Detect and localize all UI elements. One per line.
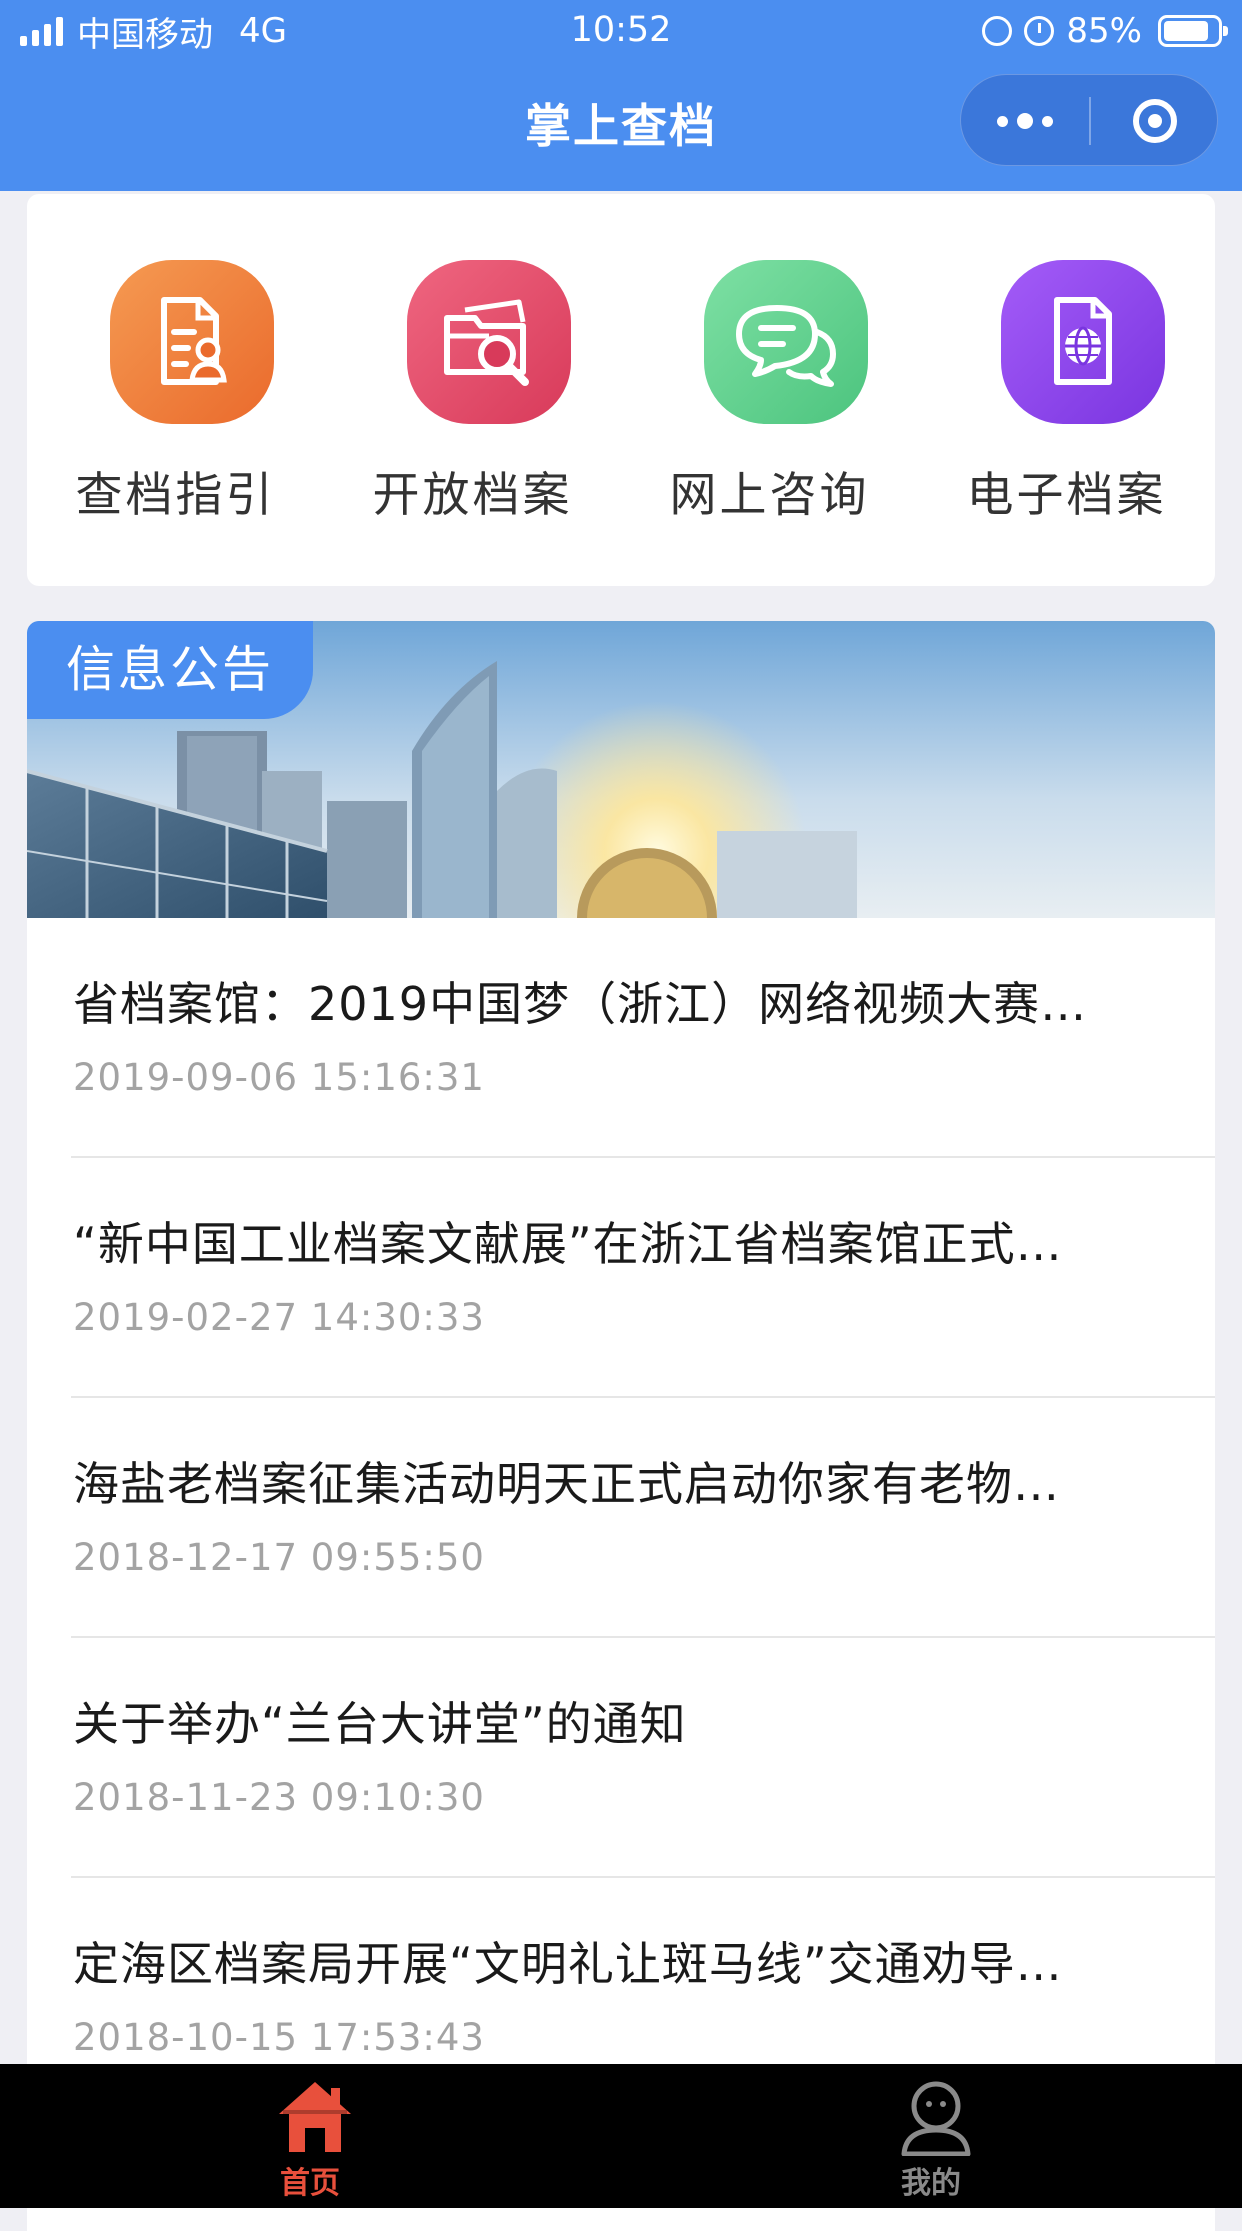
tab-mine[interactable]: 我的 (781, 2064, 1081, 2208)
news-date: 2019-02-27 14:30:33 (73, 1296, 485, 1339)
news-date: 2019-09-06 15:16:31 (73, 1056, 485, 1099)
menu-label: 查档指引 (75, 468, 276, 523)
menu-item-online-consult[interactable]: 网上咨询 (621, 194, 918, 586)
status-bar: 中国移动 4G 10:52 85% (0, 0, 1242, 62)
news-item[interactable]: 海盐老档案征集活动明天正式启动你家有老物… 2018-12-17 09:55:5… (27, 1398, 1215, 1638)
more-button[interactable] (961, 75, 1089, 167)
alarm-icon (1024, 16, 1055, 46)
user-icon (901, 2081, 971, 2156)
menu-label: 开放档案 (372, 468, 573, 523)
news-title: “新中国工业档案文献展”在浙江省档案馆正式… (73, 1217, 1063, 1271)
news-item[interactable]: “新中国工业档案文献展”在浙江省档案馆正式… 2019-02-27 14:30:… (27, 1158, 1215, 1398)
menu-label: 电子档案 (966, 468, 1167, 523)
news-date: 2018-11-23 09:10:30 (73, 1776, 485, 1819)
notice-section: 信息公告 省档案馆：2019中国梦（浙江）网络视频大赛… 2019-09-06 … (27, 621, 1215, 2231)
chat-bubbles-icon (704, 260, 868, 424)
miniprogram-capsule (960, 74, 1218, 166)
tab-home[interactable]: 首页 (160, 2064, 460, 2208)
folder-search-icon (407, 260, 571, 424)
battery-percent: 85% (1066, 11, 1142, 51)
notice-tag: 信息公告 (27, 621, 313, 719)
news-date: 2018-12-17 09:55:50 (73, 1536, 485, 1579)
news-title: 关于举办“兰台大讲堂”的通知 (73, 1697, 687, 1751)
city-banner-image: 信息公告 (27, 621, 1215, 1001)
ellipsis-icon (997, 115, 1008, 127)
tab-label-mine: 我的 (901, 2166, 961, 2201)
app-header: 中国移动 4G 10:52 85% 掌上查档 (0, 0, 1242, 191)
news-date: 2018-10-15 17:53:43 (73, 2016, 485, 2059)
menu-item-e-archives[interactable]: 电子档案 (918, 194, 1215, 586)
bottom-tab-bar: 首页 我的 (0, 2064, 1242, 2208)
tab-label-home: 首页 (280, 2166, 340, 2201)
document-person-icon (110, 260, 274, 424)
ellipsis-icon (1017, 113, 1033, 129)
ellipsis-icon (1042, 115, 1053, 127)
news-title: 海盐老档案征集活动明天正式启动你家有老物… (73, 1457, 1060, 1511)
news-item[interactable]: 省档案馆：2019中国梦（浙江）网络视频大赛… 2019-09-06 15:16… (27, 918, 1215, 1158)
news-item[interactable]: 关于举办“兰台大讲堂”的通知 2018-11-23 09:10:30 (27, 1638, 1215, 1878)
globe-document-icon (1001, 260, 1165, 424)
quick-menu: 查档指引 开放档案 网上咨询 电子档案 (27, 194, 1215, 586)
news-title: 省档案馆：2019中国梦（浙江）网络视频大赛… (73, 977, 1088, 1031)
target-circle-icon (1133, 99, 1177, 143)
menu-item-open-archives[interactable]: 开放档案 (324, 194, 621, 586)
menu-item-guide[interactable]: 查档指引 (27, 194, 324, 586)
menu-label: 网上咨询 (669, 468, 870, 523)
home-icon (279, 2082, 351, 2152)
battery-icon (1158, 15, 1228, 47)
news-title: 定海区档案局开展“文明礼让斑马线”交通劝导… (73, 1937, 1063, 1991)
close-miniprogram-button[interactable] (1091, 75, 1219, 167)
rotation-lock-icon (982, 16, 1013, 46)
